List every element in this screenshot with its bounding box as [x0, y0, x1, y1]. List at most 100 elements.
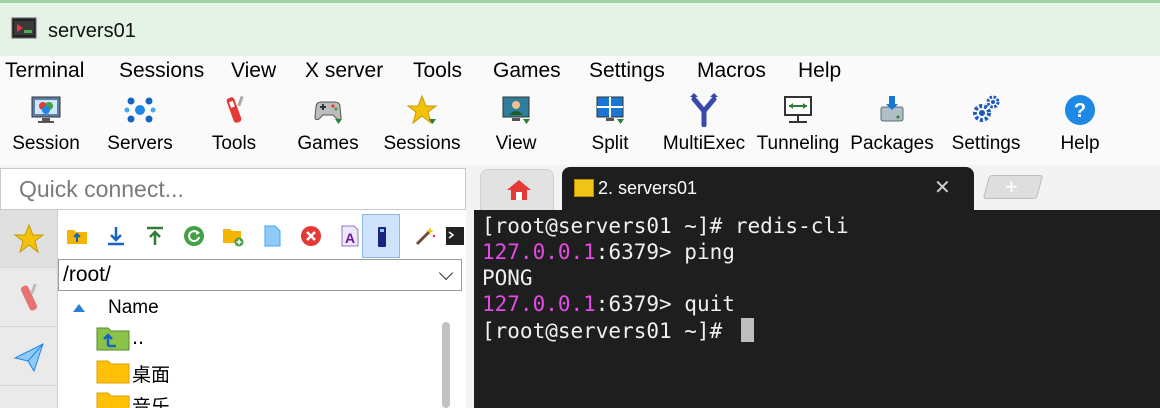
paper-plane-icon: [13, 343, 44, 373]
download-icon: [108, 227, 124, 246]
menu-bar: Terminal Sessions View X server Tools Ga…: [0, 56, 1160, 89]
magic-wand-button[interactable]: [406, 214, 444, 258]
menu-sessions[interactable]: Sessions: [119, 59, 204, 83]
sidebar-send-button[interactable]: [0, 328, 57, 386]
refresh-button[interactable]: [175, 214, 213, 258]
view-icon: [502, 96, 530, 124]
folder-icon: [96, 392, 130, 408]
settings-gear-icon: [973, 95, 1000, 122]
prompt-host: 127.0.0.1: [482, 240, 596, 264]
multiexec-icon: [690, 93, 718, 127]
upload-button[interactable]: [136, 214, 174, 258]
menu-tools[interactable]: Tools: [413, 59, 462, 83]
menu-settings[interactable]: Settings: [589, 59, 665, 83]
packages-icon: [880, 96, 904, 122]
toolbar-help-button[interactable]: ? Help: [1035, 89, 1125, 165]
panel-splitter[interactable]: [466, 210, 474, 408]
toolbar-games-button[interactable]: Games: [283, 89, 373, 165]
sort-ascending-icon: [73, 304, 85, 312]
folder-up-icon: [67, 230, 87, 244]
parent-dir-button[interactable]: [58, 214, 96, 258]
toolbar-view-button[interactable]: View: [471, 89, 561, 165]
terminal-line: 127.0.0.1:6379> quit: [482, 292, 735, 316]
toolbar-sessions-button[interactable]: Sessions: [377, 89, 467, 165]
svg-text:?: ?: [1074, 100, 1086, 122]
mobaxterm-logo-icon: [11, 17, 37, 39]
terminal-line: [root@servers01 ~]#: [482, 318, 754, 343]
terminal-line: PONG: [482, 266, 533, 290]
magic-wand-icon: [415, 227, 436, 246]
line-text: :6379> ping: [595, 240, 735, 264]
terminal-icon: [446, 227, 464, 245]
terminal-cursor: [740, 318, 754, 342]
new-file-button[interactable]: [253, 214, 291, 258]
tunneling-icon: [784, 96, 812, 123]
tools-icon: [226, 95, 244, 123]
toolbar-multiexec-button[interactable]: MultiExec: [659, 89, 749, 165]
plus-icon: +: [1005, 174, 1018, 199]
toolbar-session-button[interactable]: Session: [1, 89, 91, 165]
file-row[interactable]: ..: [96, 323, 426, 353]
sidebar-tools-button[interactable]: [0, 269, 57, 327]
tab-servers01[interactable]: 2. servers01 ✕: [562, 167, 974, 210]
download-button[interactable]: [97, 214, 135, 258]
session-icon: [31, 96, 61, 123]
games-icon: [314, 101, 342, 124]
split-icon: [596, 96, 624, 124]
menu-help[interactable]: Help: [798, 59, 841, 83]
delete-button[interactable]: [292, 214, 330, 258]
menu-view[interactable]: View: [231, 59, 276, 83]
toolbar-tunneling-button[interactable]: Tunneling: [753, 89, 843, 165]
open-terminal-button[interactable]: [442, 214, 466, 258]
home-icon: [507, 180, 531, 200]
ssh-session-icon: [574, 179, 594, 197]
usb-drive-icon: [378, 227, 386, 247]
folder-icon: [96, 360, 130, 384]
tab-label: 2. servers01: [598, 178, 698, 198]
toolbar-label-help: Help: [1060, 133, 1100, 154]
path-dropdown[interactable]: /root/: [58, 259, 462, 291]
delete-icon: [301, 226, 321, 246]
path-text: /root/: [63, 263, 111, 286]
toolbar-packages-button[interactable]: Packages: [847, 89, 937, 165]
svg-text:A: A: [345, 230, 355, 246]
menu-games[interactable]: Games: [493, 59, 561, 83]
new-file-icon: [264, 225, 281, 247]
text-editor-toggle-button[interactable]: [362, 214, 400, 258]
file-name: ..: [132, 327, 145, 349]
help-icon: ?: [1065, 95, 1095, 125]
session-tab-strip: 2. servers01 ✕ +: [466, 165, 1160, 210]
menu-x-server[interactable]: X server: [305, 59, 383, 83]
line-text: [root@servers01 ~]# redis-cli: [482, 214, 849, 238]
line-text: PONG: [482, 266, 533, 290]
toolbar-settings-button[interactable]: Settings: [941, 89, 1031, 165]
left-sidebar: [0, 210, 58, 408]
file-row[interactable]: 音乐: [96, 388, 426, 408]
new-folder-icon: [223, 229, 244, 247]
home-tab[interactable]: [480, 169, 554, 210]
menu-terminal[interactable]: Terminal: [5, 59, 84, 83]
toolbar-servers-button[interactable]: Servers: [95, 89, 185, 165]
file-list-scrollbar[interactable]: [442, 322, 450, 408]
toolbar-split-button[interactable]: Split: [565, 89, 655, 165]
menu-macros[interactable]: Macros: [697, 59, 766, 83]
title-bar: servers01: [0, 0, 1160, 56]
tools-icon: [20, 283, 38, 311]
chevron-down-icon: [438, 265, 454, 281]
line-text: [root@servers01 ~]#: [482, 319, 735, 343]
quick-connect-box: [0, 168, 466, 210]
sidebar-sessions-button[interactable]: [0, 210, 57, 268]
prompt-host: 127.0.0.1: [482, 292, 596, 316]
terminal-pane[interactable]: [root@servers01 ~]# redis-cli 127.0.0.1:…: [474, 210, 1160, 408]
sftp-file-panel: A /root/ Name .. 桌面 音乐: [58, 210, 466, 408]
new-tab-button[interactable]: +: [982, 174, 1044, 199]
quick-connect-input[interactable]: [1, 169, 465, 209]
close-tab-icon[interactable]: ✕: [934, 175, 951, 200]
star-icon: [406, 94, 438, 125]
name-column-header[interactable]: Name: [58, 294, 438, 322]
file-row[interactable]: 桌面: [96, 356, 426, 386]
servers-icon: [124, 97, 156, 123]
file-name: 桌面: [132, 364, 171, 386]
toolbar-tools-button[interactable]: Tools: [189, 89, 279, 165]
new-folder-button[interactable]: [214, 214, 252, 258]
